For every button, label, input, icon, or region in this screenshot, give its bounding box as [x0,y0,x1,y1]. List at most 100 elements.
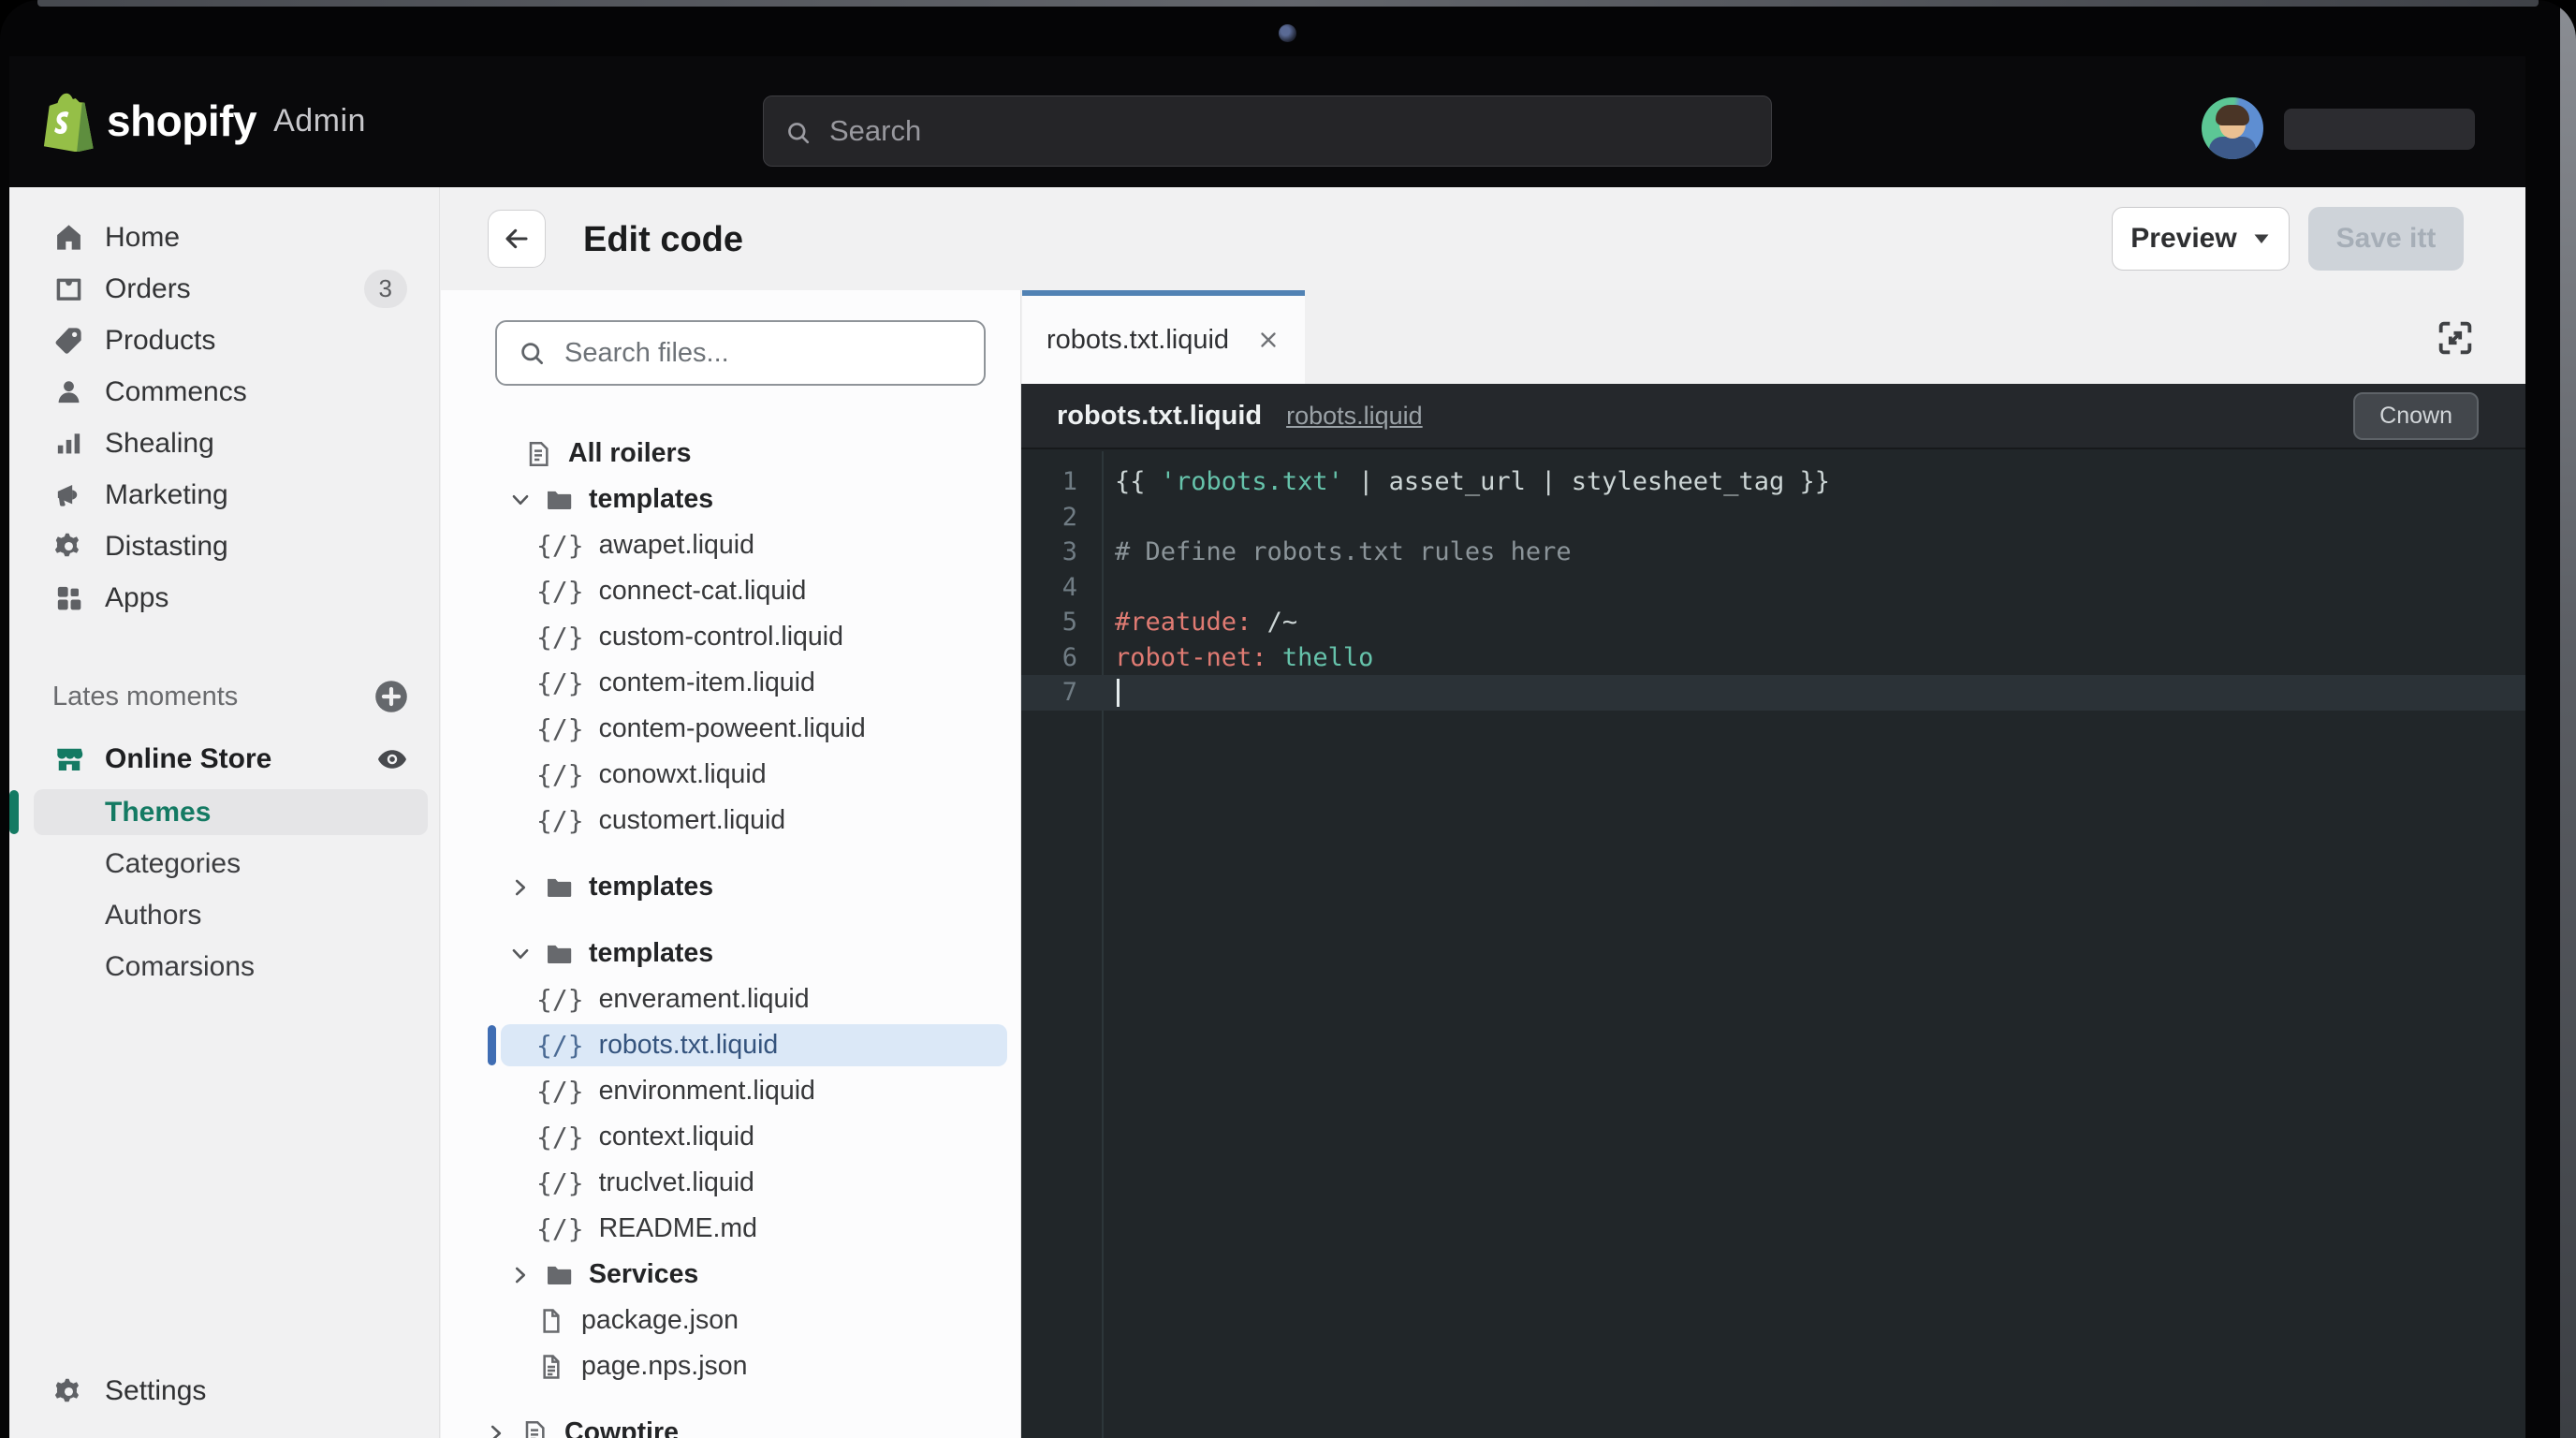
tree-item-custom-control-liquid[interactable]: {/} custom-control.liquid [441,614,1020,660]
sidebar-item-marketing[interactable]: Marketing [9,469,439,521]
file-name: README.md [599,1213,757,1244]
code-line-7[interactable]: 7 [1021,675,2525,711]
tree-item-contem-item-liquid[interactable]: {/}contem-item.liquid [441,660,1020,706]
tree-item-cowptire[interactable]: Cowptire [441,1410,1020,1438]
file-search-input[interactable] [497,322,984,384]
sidebar-item-shealing[interactable]: Shealing [9,418,439,469]
tree-item-readme-md[interactable]: {/}README.md [441,1206,1020,1252]
tree-item-awapet-liquid[interactable]: {/}awapet.liquid [441,522,1020,568]
avatar-torso [2209,137,2256,159]
tree-item-enverament-liquid[interactable]: {/}enverament.liquid [441,976,1020,1022]
code-brackets-icon: {/} [536,579,584,605]
preview-button[interactable]: Preview [2112,207,2290,271]
tree-item-robots-txt-liquid[interactable]: {/} robots.txt.liquid [441,1022,1020,1068]
tree-folder-templates[interactable]: templates [441,864,1020,910]
tab-label: robots.txt.liquid [1046,325,1229,356]
user-avatar[interactable] [2202,97,2263,159]
tree-item-contem-poweent-liquid[interactable]: {/}contem-poweent.liquid [441,706,1020,752]
sidebar-item-orders[interactable]: Orders3 [9,263,439,315]
page-header: Edit code Preview Save itt [441,187,2525,290]
storefront-icon [52,742,86,776]
file-name: environment.liquid [599,1076,815,1107]
text-cursor [1117,679,1120,707]
sidebar-item-home[interactable]: Home [9,212,439,263]
sidebar-item-categories[interactable]: Categories [9,838,439,889]
tree-folder-templates[interactable]: templates [441,931,1020,976]
avatar-hair [2216,105,2249,125]
code-brackets-icon: {/} [536,1033,584,1059]
file-name: robots.txt.liquid [599,1030,779,1061]
code-text: #reatude: /~ [1115,608,1297,637]
code-brackets-icon: {/} [536,624,584,651]
code-brackets-icon: {/} [536,1170,584,1196]
code-line-2[interactable]: 2 [1021,500,2525,536]
sidebar-item-products[interactable]: Products [9,315,439,366]
tree-item-package-json[interactable]: package.json [441,1298,1020,1343]
code-editor: robots.txt.liquid robots.liquid Cnown 1{… [1021,384,2525,1438]
code-line-3[interactable]: 3# Define robots.txt rules here [1021,535,2525,570]
eye-icon[interactable] [375,742,409,776]
file-name: templates [589,872,713,902]
file-lines-icon [536,1352,566,1382]
tree-item-customert-liquid[interactable]: {/}customert.liquid [441,798,1020,844]
close-tab-icon[interactable] [1256,328,1281,352]
sidebar-item-themes[interactable]: Themes [9,786,439,838]
tree-folder-services[interactable]: Services [441,1252,1020,1298]
sidebar-item-distasting[interactable]: Distasting [9,521,439,572]
code-brackets-icon: {/} [536,1124,584,1151]
sidebar: Home Orders3 Products Commencs ShealingMarke… [9,187,440,1438]
tree-item-connect-cat-liquid[interactable]: {/}connect-cat.liquid [441,568,1020,614]
shopify-logo: shopify Admin [39,90,366,152]
sidebar-item-apps[interactable]: Apps [9,572,439,624]
editor-file-link[interactable]: robots.liquid [1286,402,1423,431]
sidebar-item-label: Apps [105,582,168,614]
sidebar-item-comarsions[interactable]: Comarsions [9,941,439,992]
line-number: 4 [1021,573,1077,602]
chevron-down-icon [508,942,533,966]
section-label: Lates moments [52,682,238,712]
document-icon [523,439,553,469]
file-name: context.liquid [599,1122,754,1152]
tree-item-page-nps-json[interactable]: page.nps.json [441,1343,1020,1389]
global-search-input[interactable] [764,96,1771,166]
sidebar-item-label: Home [105,222,180,254]
code-line-6[interactable]: 6robot-net: thello [1021,640,2525,676]
line-number: 5 [1021,608,1077,637]
tree-item-all-roilers[interactable]: All roilers [441,431,1020,477]
analytics-icon [52,427,85,460]
sidebar-item-label: Orders [105,273,191,305]
tab-robots-txt-liquid[interactable]: robots.txt.liquid [1022,290,1305,384]
back-button[interactable] [488,210,546,268]
code-text: # Define robots.txt rules here [1115,537,1572,566]
sidebar-item-label: Products [105,325,215,357]
file-name: awapet.liquid [599,530,754,561]
sidebar-item-commencs[interactable]: Commencs [9,366,439,418]
brand-suffix: Admin [273,103,366,139]
sidebar-item-settings[interactable]: Settings [9,1365,439,1417]
sidebar-item-authors[interactable]: Authors [9,889,439,941]
folder-icon [544,873,574,902]
file-name: custom-control.liquid [599,622,843,653]
save-button[interactable]: Save itt [2308,207,2464,271]
tree-folder-templates[interactable]: templates [441,477,1020,522]
tree-item-conowxt-liquid[interactable]: {/}conowxt.liquid [441,752,1020,798]
fullscreen-expand-icon[interactable] [2434,316,2477,360]
code-brackets-icon: {/} [536,1078,584,1105]
chevron-right-icon [484,1421,508,1438]
code-text: {{ 'robots.txt' | asset_url | stylesheet… [1115,467,1830,496]
code-area[interactable]: 1{{ 'robots.txt' | asset_url | styleshee… [1021,451,2525,1438]
sidebar-item-online-store[interactable]: Online Store [9,732,439,786]
tree-item-context-liquid[interactable]: {/} context.liquid [441,1114,1020,1160]
tree-item-truclvet-liquid[interactable]: {/}truclvet.liquid [441,1160,1020,1206]
caret-down-icon [2252,232,2271,245]
sidebar-item-label: Commencs [105,376,247,408]
folder-icon [544,485,574,515]
code-line-1[interactable]: 1{{ 'robots.txt' | asset_url | styleshee… [1021,464,2525,500]
file-name: contem-item.liquid [599,668,815,698]
code-line-4[interactable]: 4 [1021,570,2525,606]
code-line-5[interactable]: 5 #reatude: /~ [1021,605,2525,640]
account-name-pill[interactable] [2284,109,2475,150]
add-sales-channel-button[interactable] [372,677,411,716]
crown-button[interactable]: Cnown [2353,392,2479,440]
tree-item-environment-liquid[interactable]: {/} environment.liquid [441,1068,1020,1114]
